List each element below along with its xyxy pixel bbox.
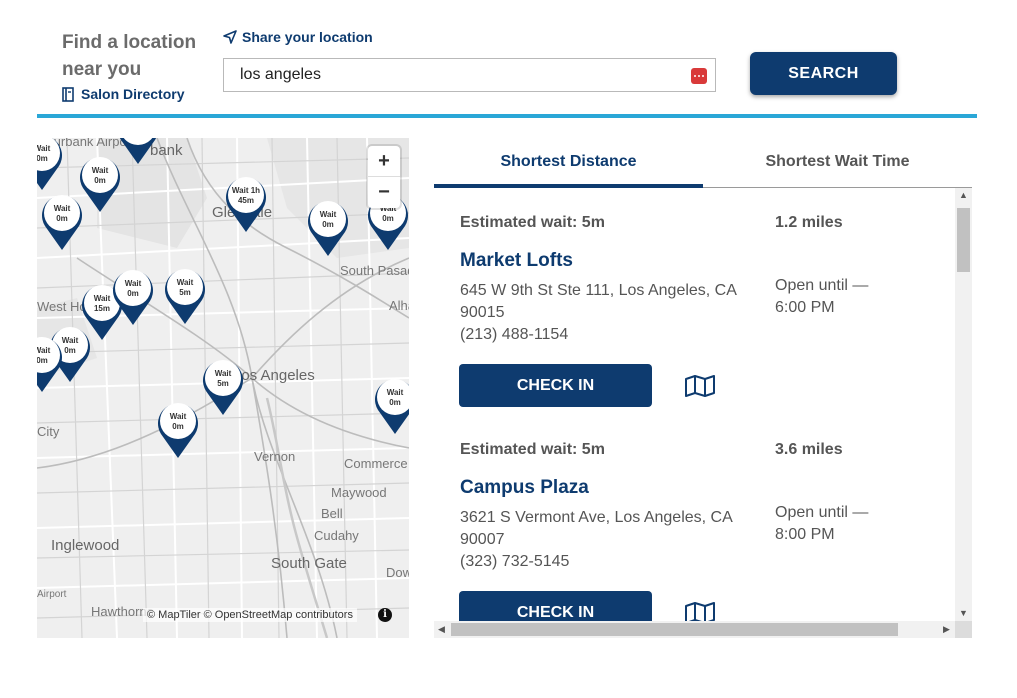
share-location-link[interactable]: Share your location	[223, 29, 373, 45]
map-pin-icon[interactable]: Wait0m	[39, 192, 85, 252]
map-label: Alhambra	[389, 298, 409, 313]
list-item: Estimated wait: 5m 1.2 miles Market Loft…	[434, 188, 954, 415]
map-label: Bell	[321, 506, 343, 521]
zoom-control: + −	[368, 146, 400, 208]
vertical-scroll-thumb[interactable]	[957, 208, 970, 272]
pin-wait-label: Wait	[386, 388, 404, 397]
map-label: Vernon	[254, 449, 296, 464]
map-label: Downey	[386, 565, 409, 580]
salon-directory-link[interactable]: Salon Directory	[62, 86, 184, 102]
salon-directory-label: Salon Directory	[81, 86, 185, 102]
pin-wait-time: 0m	[37, 356, 48, 365]
salon-name-link[interactable]: Campus Plaza	[460, 477, 589, 499]
search-button[interactable]: SEARCH	[750, 52, 897, 95]
estimated-wait: Estimated wait: 5m	[460, 214, 605, 231]
map-view[interactable]: Burbank Airport bank Glendale South Pasa…	[37, 138, 409, 638]
map-label: Commerce	[344, 456, 408, 471]
scroll-up-arrow-icon[interactable]: ▲	[959, 190, 968, 200]
pin-wait-time: 0m	[172, 422, 184, 431]
address-block: 645 W 9th St Ste 111, Los Angeles, CA 90…	[460, 280, 750, 346]
password-manager-icon[interactable]	[691, 68, 707, 84]
check-in-button[interactable]: CHECK IN	[459, 364, 652, 407]
sort-tabs: Shortest Distance Shortest Wait Time	[434, 140, 972, 188]
hours: Open until — 8:00 PM	[775, 504, 869, 543]
vertical-scrollbar[interactable]: ▲ ▼	[955, 188, 972, 621]
pin-wait-time: 0m	[382, 214, 394, 223]
map-attribution: © MapTiler © OpenStreetMap contributors	[143, 608, 357, 622]
search-input[interactable]	[224, 59, 664, 91]
map-label: Cudahy	[314, 528, 359, 543]
folded-map-icon[interactable]	[684, 601, 716, 621]
pin-wait-time: 0m	[127, 289, 139, 298]
hours: Open until — 6:00 PM	[775, 277, 869, 316]
pin-wait-label: Wait 1h	[231, 186, 261, 195]
map-pin-icon[interactable]: Wait0m	[372, 376, 409, 436]
page-title: Find a location near you	[62, 32, 197, 80]
share-location-label: Share your location	[242, 29, 373, 45]
check-in-button[interactable]: CHECK IN	[459, 591, 652, 621]
zoom-in-button[interactable]: +	[368, 146, 400, 177]
search-field	[223, 58, 716, 92]
scroll-down-arrow-icon[interactable]: ▼	[959, 608, 968, 618]
map-label: City	[37, 424, 60, 439]
results-list[interactable]: Estimated wait: 5m 1.2 miles Market Loft…	[434, 188, 954, 621]
distance: 3.6 miles	[775, 441, 843, 458]
estimated-wait: Estimated wait: 5m	[460, 441, 605, 458]
address: 645 W 9th St Ste 111, Los Angeles, CA 90…	[460, 282, 737, 321]
salon-name-link[interactable]: Market Lofts	[460, 250, 573, 272]
map-pin-icon[interactable]: Wait0m	[37, 138, 65, 192]
header-divider	[37, 114, 977, 118]
pin-wait-label: Wait	[124, 279, 142, 288]
map-label: Inglewood	[51, 537, 120, 554]
pin-wait-label: Wait	[319, 210, 337, 219]
map-pin-icon[interactable]: Wait 5m	[200, 357, 246, 417]
scrollbar-corner	[955, 621, 972, 638]
pin-wait-label: Wait	[53, 204, 71, 213]
tab-shortest-distance[interactable]: Shortest Distance	[434, 140, 703, 188]
pin-wait-label: Wait	[214, 369, 232, 378]
tab-shortest-wait-time[interactable]: Shortest Wait Time	[703, 140, 972, 188]
pin-wait-time: 0m	[322, 220, 334, 229]
pin-wait-time: 0m	[389, 398, 401, 407]
map-label: South Pasadena	[340, 263, 409, 278]
pin-wait-label: Wait	[91, 166, 109, 175]
map-pin-icon[interactable]: Wait 5m	[162, 266, 208, 326]
pin-wait-time: 45m	[237, 196, 254, 205]
pin-wait-time: 0m	[37, 154, 48, 163]
pin-wait-time: 0m	[94, 176, 106, 185]
folded-map-icon[interactable]	[684, 374, 716, 398]
map-pin-icon[interactable]: Wait0m	[110, 267, 156, 327]
map-pin-icon[interactable]: Wait 1h 45m	[223, 174, 269, 234]
horizontal-scrollbar[interactable]: ◀ ▶	[434, 621, 955, 638]
pin-wait-time: 5m	[217, 379, 229, 388]
zoom-out-button[interactable]: −	[368, 177, 400, 208]
phone-link[interactable]: (323) 732-5145	[460, 551, 750, 573]
phone-link[interactable]: (213) 488-1154	[460, 324, 750, 346]
pin-wait-label: Wait	[37, 144, 51, 153]
pin-wait-label: Wait	[169, 412, 187, 421]
address-block: 3621 S Vermont Ave, Los Angeles, CA 9000…	[460, 507, 750, 573]
address: 3621 S Vermont Ave, Los Angeles, CA 9000…	[460, 509, 732, 548]
info-icon[interactable]: i	[378, 608, 392, 622]
pin-wait-time: 5m	[179, 288, 191, 297]
horizontal-scroll-thumb[interactable]	[451, 623, 898, 636]
map-pin-icon[interactable]: Wait0m	[37, 334, 65, 394]
list-item: Estimated wait: 5m 3.6 miles Campus Plaz…	[434, 415, 954, 621]
map-pin-icon[interactable]: Wait0m	[305, 198, 351, 258]
distance: 1.2 miles	[775, 214, 843, 231]
location-arrow-icon	[223, 30, 237, 44]
map-label: Airport	[37, 589, 67, 600]
pin-wait-time: 0m	[56, 214, 68, 223]
map-label: Maywood	[331, 485, 387, 500]
map-pin-icon[interactable]: Wait0m	[155, 400, 201, 460]
scroll-left-arrow-icon[interactable]: ◀	[438, 624, 445, 635]
pin-wait-label: Wait	[176, 278, 194, 287]
map-label: South Gate	[271, 555, 347, 572]
pin-wait-label: Wait	[37, 346, 51, 355]
map-pin-icon[interactable]: Wait0m	[115, 138, 161, 166]
scroll-right-arrow-icon[interactable]: ▶	[943, 624, 950, 635]
directory-icon	[62, 86, 74, 102]
